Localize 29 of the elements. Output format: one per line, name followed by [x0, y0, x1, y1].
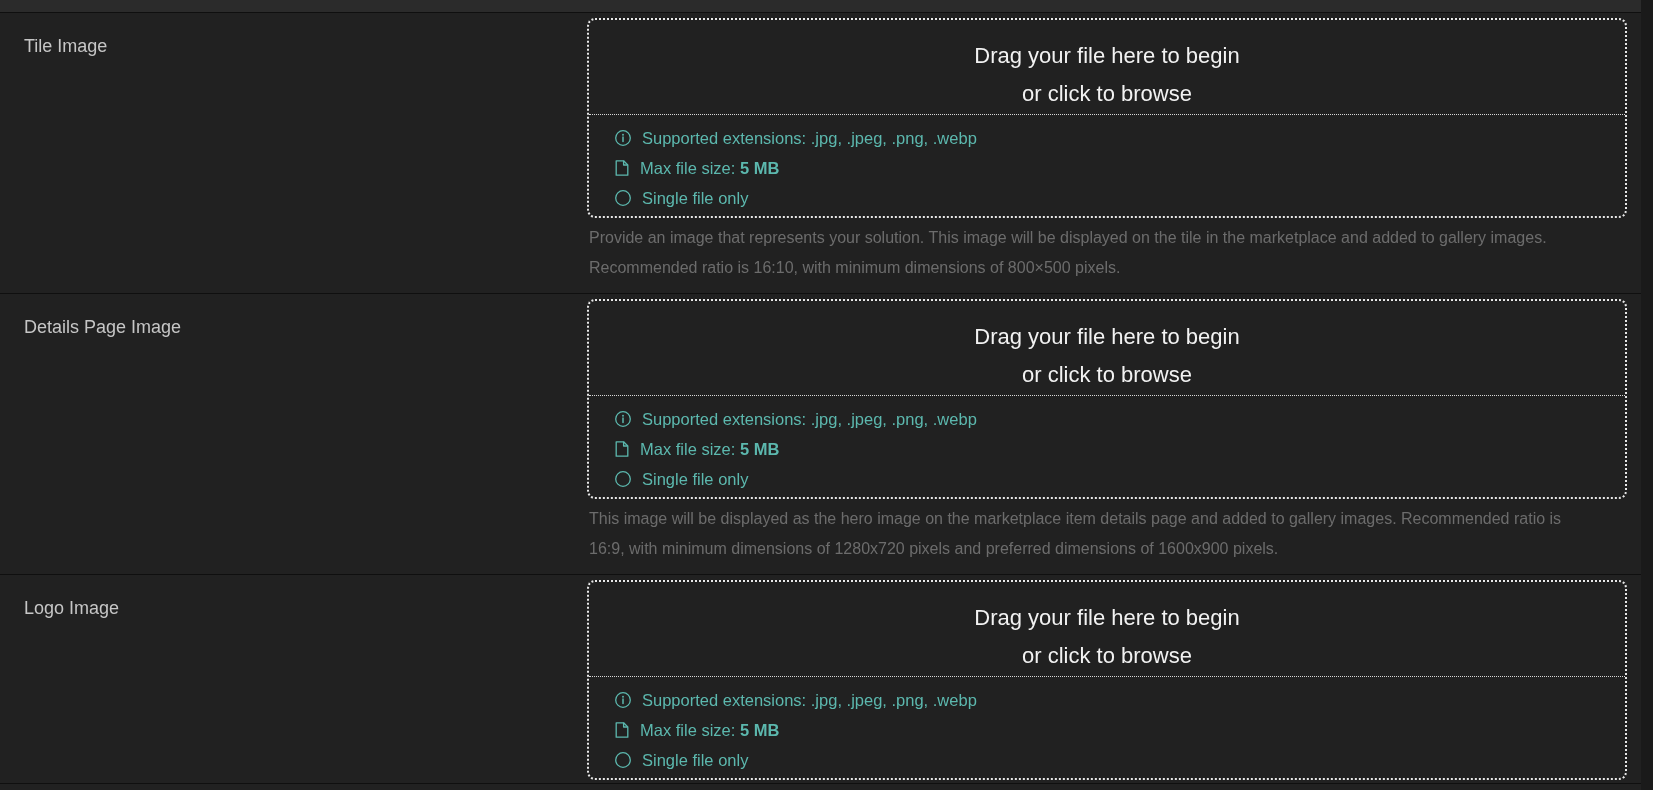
requirement-text: Max file size: 5 MB [640, 158, 780, 179]
info-icon [615, 411, 631, 427]
file-icon [615, 160, 629, 176]
requirement-text: Max file size: 5 MB [640, 439, 780, 460]
help-text: This image will be displayed as the hero image on the marketplace item details page and added to gallery images. Recommended ratio is 16:9, with minimum dimensions of 1280x720 pixels and preferred dimensions of 1600x900 pixels. [589, 509, 1563, 559]
field-label: Logo Image [24, 597, 120, 619]
requirement-text: Supported extensions: .jpg, .jpeg, .png, .webp [642, 409, 977, 430]
requirement-text: Max file size: 5 MB [640, 720, 780, 741]
requirement-text: Supported extensions: .jpg, .jpeg, .png, .webp [642, 690, 977, 711]
info-icon [615, 692, 631, 708]
requirement-text: Single file only [642, 750, 749, 771]
file-icon [615, 441, 629, 457]
requirement-text: Single file only [642, 469, 749, 490]
file-drop-zone[interactable]: Drag your file here to begin or click to browse Supported extensions: .jpg, .jpeg, .png, .webp Max file size: 5 MB Single file only [587, 18, 1627, 218]
file-drop-zone[interactable]: Drag your file here to begin or click to browse Supported extensions: .jpg, .jpeg, .png, .webp Max file size: 5 MB Single file only [587, 580, 1627, 780]
drop-prompt-text: Drag your file here to begin or click to browse [974, 604, 1240, 670]
circle-icon [615, 190, 631, 206]
file-drop-zone[interactable]: Drag your file here to begin or click to browse Supported extensions: .jpg, .jpeg, .png, .webp Max file size: 5 MB Single file only [587, 299, 1627, 499]
info-icon [615, 130, 631, 146]
circle-icon [615, 752, 631, 768]
circle-icon [615, 471, 631, 487]
file-icon [615, 722, 629, 738]
drop-prompt-text: Drag your file here to begin or click to browse [974, 42, 1240, 108]
field-label: Tile Image [24, 35, 108, 57]
requirement-text: Supported extensions: .jpg, .jpeg, .png, .webp [642, 128, 977, 149]
requirement-text: Single file only [642, 188, 749, 209]
field-label: Details Page Image [24, 316, 182, 338]
drop-prompt-text: Drag your file here to begin or click to browse [974, 323, 1240, 389]
help-text: Provide an image that represents your solution. This image will be displayed on the tile in the marketplace and added to gallery images. Recommended ratio is 16:10, with minimum dimensions of 800×500 pixels. [589, 228, 1548, 278]
